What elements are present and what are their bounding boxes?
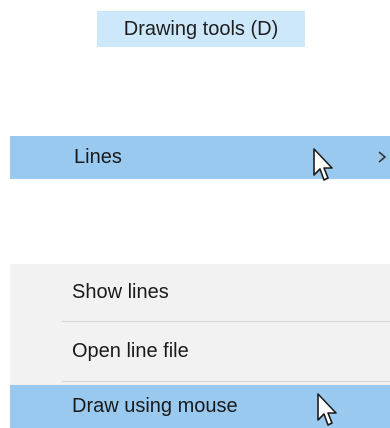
chevron-right-icon — [378, 151, 387, 163]
menu-item-label: Show lines — [72, 281, 169, 303]
menu-separator — [62, 321, 390, 322]
menu-item-open-line-file[interactable]: Open line file — [10, 323, 390, 379]
mouse-pointer-icon — [313, 148, 333, 181]
drawing-tools-label: Drawing tools (D) — [123, 18, 279, 40]
drawing-tools-menu-button[interactable]: Drawing tools (D) — [97, 11, 305, 47]
menu-item-lines-label: Lines — [74, 146, 122, 168]
menu-item-label: Draw using mouse — [72, 395, 238, 417]
menu-item-show-lines[interactable]: Show lines — [10, 264, 390, 320]
menu-item-label: Open line file — [72, 340, 189, 362]
menu-separator — [62, 381, 390, 382]
mouse-pointer-icon — [317, 393, 337, 426]
screen: Drawing tools (D) Lines Show lines Open … — [0, 0, 390, 428]
